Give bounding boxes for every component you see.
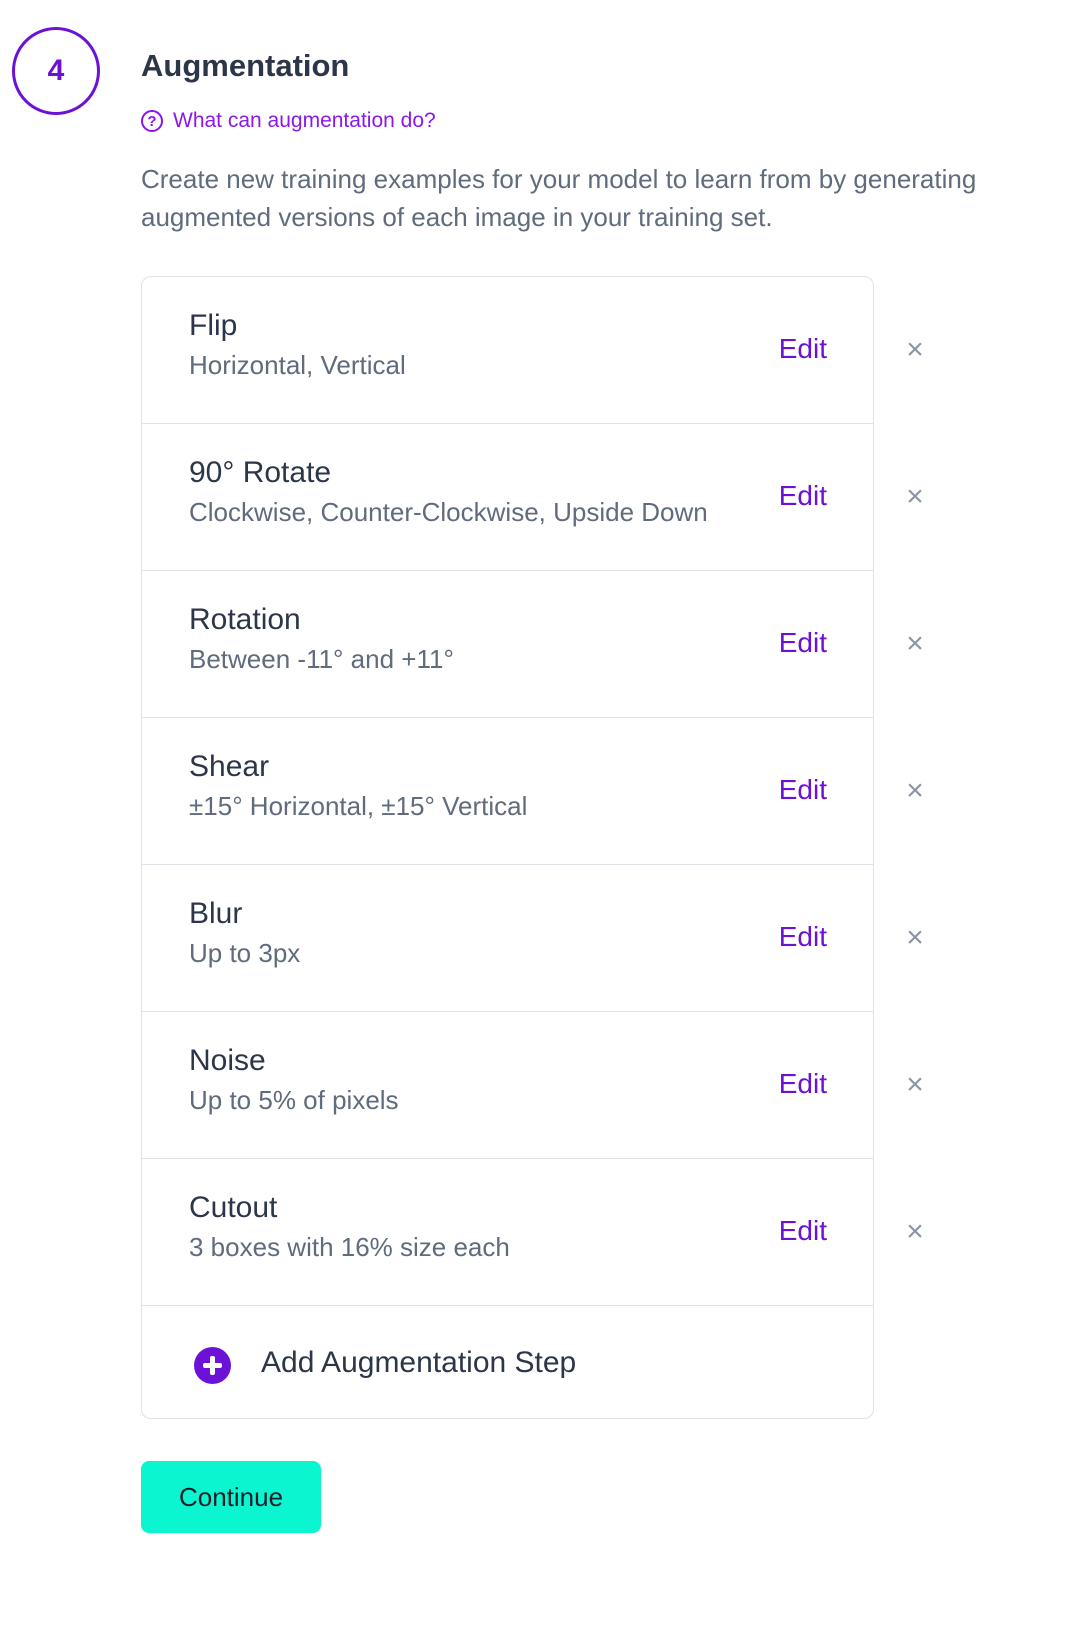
edit-button[interactable]: Edit — [779, 333, 827, 365]
augmentation-row-90-rotate: 90° Rotate Clockwise, Counter-Clockwise,… — [142, 424, 873, 571]
remove-blur-button[interactable]: × — [904, 923, 926, 953]
step-number: 4 — [47, 54, 65, 87]
description-line-2: augmented versions of each image in your… — [141, 202, 773, 232]
remove-cutout-button[interactable]: × — [904, 1217, 926, 1247]
remove-noise-button[interactable]: × — [904, 1070, 926, 1100]
augmentation-detail: 3 boxes with 16% size each — [189, 1232, 510, 1262]
augmentation-row-blur: Blur Up to 3px Edit — [142, 865, 873, 1012]
augmentation-name: Cutout — [189, 1191, 278, 1224]
edit-button[interactable]: Edit — [779, 1068, 827, 1100]
remove-shear-button[interactable]: × — [904, 776, 926, 806]
section-description: Create new training examples for your mo… — [141, 160, 1092, 236]
augmentation-name: Shear — [189, 750, 270, 783]
step-number-badge: 4 — [12, 27, 100, 115]
augmentation-row-rotation: Rotation Between -11° and +11° Edit — [142, 571, 873, 718]
help-link-label: What can augmentation do? — [173, 109, 436, 132]
edit-button[interactable]: Edit — [779, 480, 827, 512]
section-title: Augmentation — [141, 48, 350, 83]
edit-button[interactable]: Edit — [779, 627, 827, 659]
augmentation-row-shear: Shear ±15° Horizontal, ±15° Vertical Edi… — [142, 718, 873, 865]
add-augmentation-step-button[interactable]: Add Augmentation Step — [142, 1306, 873, 1419]
plus-circle-icon — [194, 1347, 231, 1384]
augmentation-name: Flip — [189, 309, 238, 342]
augmentation-detail: Between -11° and +11° — [189, 644, 454, 674]
description-line-1: Create new training examples for your mo… — [141, 164, 977, 194]
augmentation-name: 90° Rotate — [189, 456, 332, 489]
augmentation-detail: Clockwise, Counter-Clockwise, Upside Dow… — [189, 497, 708, 527]
augmentation-row-cutout: Cutout 3 boxes with 16% size each Edit — [142, 1159, 873, 1306]
augmentation-detail: Up to 3px — [189, 938, 301, 968]
edit-button[interactable]: Edit — [779, 1215, 827, 1247]
augmentation-row-flip: Flip Horizontal, Vertical Edit — [142, 277, 873, 424]
augmentation-name: Blur — [189, 897, 243, 930]
augmentation-name: Rotation — [189, 603, 301, 636]
edit-button[interactable]: Edit — [779, 921, 827, 953]
augmentation-list: Flip Horizontal, Vertical Edit 90° Rotat… — [141, 276, 874, 1419]
add-augmentation-step-label: Add Augmentation Step — [261, 1346, 577, 1379]
question-circle-icon: ? — [141, 110, 163, 132]
augmentation-detail: ±15° Horizontal, ±15° Vertical — [189, 791, 528, 821]
remove-rotation-button[interactable]: × — [904, 629, 926, 659]
continue-button[interactable]: Continue — [141, 1461, 321, 1533]
augmentation-name: Noise — [189, 1044, 266, 1077]
remove-flip-button[interactable]: × — [904, 335, 926, 365]
augmentation-detail: Horizontal, Vertical — [189, 350, 406, 380]
augmentation-detail: Up to 5% of pixels — [189, 1085, 399, 1115]
augmentation-row-noise: Noise Up to 5% of pixels Edit — [142, 1012, 873, 1159]
help-link[interactable]: ? What can augmentation do? — [141, 109, 436, 133]
edit-button[interactable]: Edit — [779, 774, 827, 806]
remove-90-rotate-button[interactable]: × — [904, 482, 926, 512]
